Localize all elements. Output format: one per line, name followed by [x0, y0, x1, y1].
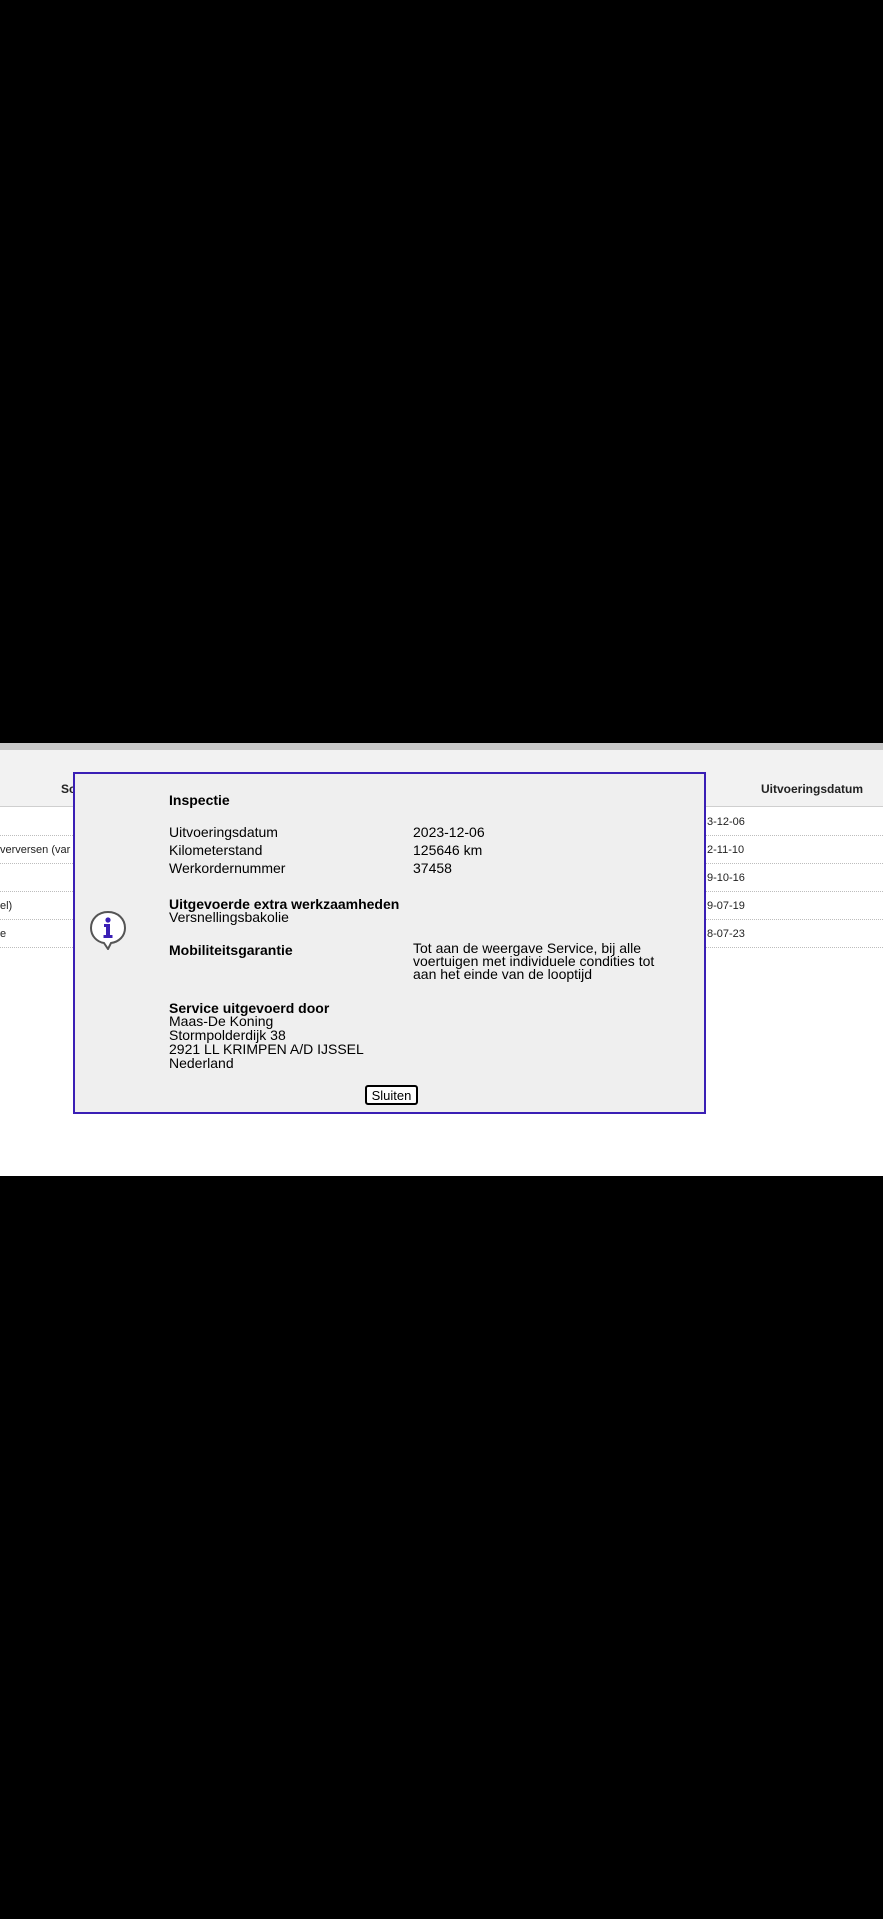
field-label-workorder: Werkordernummer: [169, 860, 286, 876]
field-value-mileage: 125646 km: [413, 842, 483, 858]
row-service: el): [0, 900, 13, 912]
row-service: verversen (var: [0, 844, 71, 856]
row-date: 9-07-19: [707, 900, 745, 912]
service-dealer-name: Maas-De Koning: [169, 1013, 274, 1029]
service-country: Nederland: [169, 1055, 234, 1071]
column-header-date[interactable]: Uitvoeringsdatum: [761, 782, 863, 796]
extra-work-value: Versnellingsbakolie: [169, 909, 289, 925]
field-value-workorder: 37458: [413, 860, 452, 876]
mobility-line: aan het einde van de looptijd: [413, 966, 593, 982]
row-date: 9-10-16: [707, 872, 745, 884]
row-service: e: [0, 928, 7, 940]
field-label-date: Uitvoeringsdatum: [169, 824, 278, 840]
row-date: 2-11-10: [707, 844, 745, 856]
dialog-title: Inspectie: [169, 792, 230, 808]
service-postal-city: 2921 LL KRIMPEN A/D IJSSEL: [169, 1041, 364, 1057]
mobility-text: Tot aan de weergave Service, bij alle vo…: [413, 941, 683, 982]
service-street: Stormpolderdijk 38: [169, 1027, 286, 1043]
row-date: 3-12-06: [707, 816, 745, 828]
page-top-border: [0, 743, 883, 750]
close-button[interactable]: Sluiten: [365, 1085, 418, 1105]
mobility-title: Mobiliteitsgarantie: [169, 942, 293, 958]
info-speech-bubble-icon: [89, 910, 127, 950]
field-label-mileage: Kilometerstand: [169, 842, 263, 858]
row-date: 8-07-23: [707, 928, 745, 940]
field-value-date: 2023-12-06: [413, 824, 485, 840]
inspection-dialog: Inspectie Uitvoeringsdatum 2023-12-06 Ki…: [73, 772, 706, 1114]
